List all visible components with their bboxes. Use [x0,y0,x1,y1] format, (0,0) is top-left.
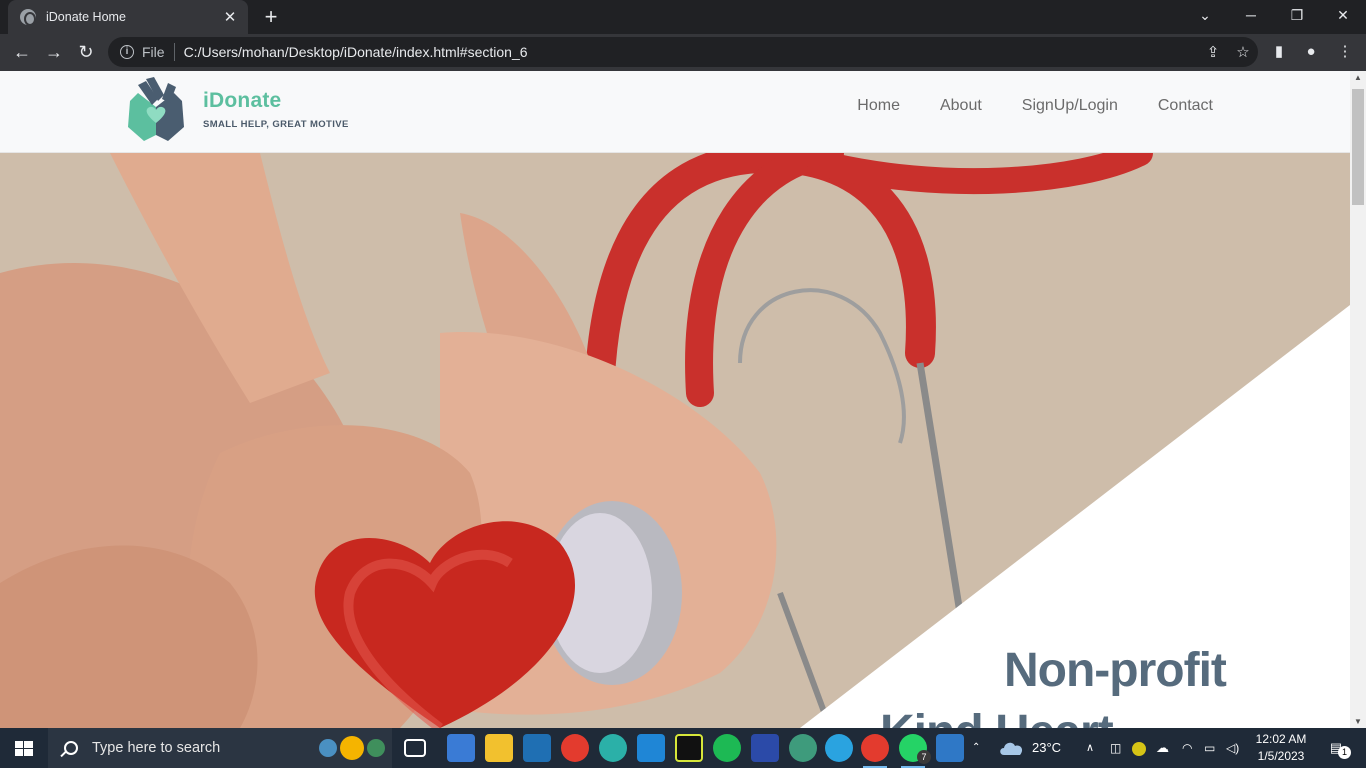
side-panel-icon[interactable]: ▮ [1264,38,1294,66]
site-header: iDonate SMALL HELP, GREAT MOTIVE Home Ab… [0,71,1350,153]
windows-taskbar: Type here to search 7 ⌃ 23°C ∧ ◫ ☁ ◠ ▭ ◁… [0,728,1366,768]
mail-icon[interactable] [523,734,551,762]
chrome-icon[interactable] [561,734,589,762]
brand-tagline: SMALL HELP, GREAT MOTIVE [203,119,349,130]
taskbar-scroll-icon[interactable]: ⌃ [972,728,980,768]
address-bar[interactable]: i File C:/Users/mohan/Desktop/iDonate/in… [108,37,1258,67]
whatsapp-badge: 7 [917,750,931,764]
search-highlight-illustration[interactable] [316,733,388,763]
meet-now-icon[interactable]: ◫ [1110,728,1121,768]
logo-hands-heart-icon[interactable] [124,77,188,141]
browser-tabbar: iDonate Home ✕ + ⌄ ─ ❐ ✕ [0,0,1366,34]
share-icon[interactable]: ⇪ [1198,43,1228,61]
scheme-label: File [142,44,165,60]
volume-icon[interactable]: ◁) [1226,728,1239,768]
hero-image [0,153,1350,728]
browser-tab[interactable]: iDonate Home ✕ [8,0,248,34]
minimize-button[interactable]: ─ [1228,0,1274,32]
edge-icon[interactable] [599,734,627,762]
info-icon[interactable]: i [120,45,134,59]
tab-search-icon[interactable]: ⌄ [1182,0,1228,32]
nav-link-home[interactable]: Home [857,97,900,115]
battery-icon[interactable]: ▭ [1204,728,1215,768]
scroll-down-arrow-icon[interactable]: ▼ [1350,717,1366,726]
globe-icon [20,9,36,26]
profile-icon[interactable]: ● [1296,38,1326,66]
main-nav: Home About SignUp/Login Contact [857,97,1213,115]
tab-title: iDonate Home [46,10,126,24]
bookmark-star-icon[interactable]: ☆ [1228,43,1258,61]
weather-temperature[interactable]: 23°C [1032,728,1061,768]
app-tray-icon[interactable] [1132,728,1146,768]
cloud-weather-icon[interactable] [998,739,1026,757]
back-button[interactable]: ← [8,38,36,66]
menu-kebab-icon[interactable]: ⋮ [1330,38,1360,66]
file-explorer-icon[interactable] [485,734,513,762]
telegram-icon[interactable] [825,734,853,762]
tab-close-button[interactable]: ✕ [218,8,242,26]
microsoft-store-icon[interactable] [447,734,475,762]
onedrive-icon[interactable]: ☁ [1156,728,1169,768]
browser-toolbar: ← → ↻ i File C:/Users/mohan/Desktop/iDon… [0,34,1366,71]
forward-button[interactable]: → [40,38,68,66]
close-window-button[interactable]: ✕ [1320,0,1366,32]
brand-name[interactable]: iDonate [203,89,281,113]
taskbar-search-box[interactable]: Type here to search [48,728,392,768]
search-icon [64,741,78,755]
url-text[interactable]: C:/Users/mohan/Desktop/iDonate/index.htm… [184,44,1198,60]
pycharm-icon[interactable] [675,734,703,762]
windows-start-icon[interactable] [0,728,48,768]
wifi-icon[interactable]: ◠ [1182,728,1192,768]
show-hidden-icons-icon[interactable]: ∧ [1086,728,1094,768]
nav-link-about[interactable]: About [940,97,982,115]
task-view-icon[interactable] [404,739,426,757]
clock-date: 1/5/2023 [1257,749,1305,763]
scrollbar-thumb[interactable] [1352,89,1364,205]
search-placeholder: Type here to search [92,740,221,756]
clock-time: 12:02 AM [1255,732,1307,746]
reload-button[interactable]: ↻ [72,38,100,66]
hero-title-line-2: Kind Heart [880,705,1114,728]
page-viewport: iDonate SMALL HELP, GREAT MOTIVE Home Ab… [0,71,1350,728]
nav-link-signup-login[interactable]: SignUp/Login [1022,97,1118,115]
divider [173,43,175,61]
new-tab-button[interactable]: + [258,4,284,30]
notifications-icon[interactable]: ▤ 1 [1322,728,1351,768]
nav-link-contact[interactable]: Contact [1158,97,1213,115]
word-app-icon[interactable] [751,734,779,762]
spotify-icon[interactable] [713,734,741,762]
vscode-icon[interactable] [637,734,665,762]
chrome-active-icon[interactable] [861,734,889,768]
system-clock[interactable]: 12:02 AM 1/5/2023 [1246,731,1316,765]
page-scrollbar[interactable]: ▲ ▼ [1350,71,1366,728]
photos-icon[interactable] [936,734,964,762]
chatgpt-icon[interactable] [789,734,817,762]
scroll-up-arrow-icon[interactable]: ▲ [1350,73,1366,82]
hero-title: Non-profit [1004,644,1227,697]
hero-section: Non-profit Kind Heart [0,153,1350,728]
restore-button[interactable]: ❐ [1274,0,1320,32]
notification-count-badge: 1 [1338,746,1351,759]
whatsapp-icon[interactable]: 7 [899,734,931,768]
